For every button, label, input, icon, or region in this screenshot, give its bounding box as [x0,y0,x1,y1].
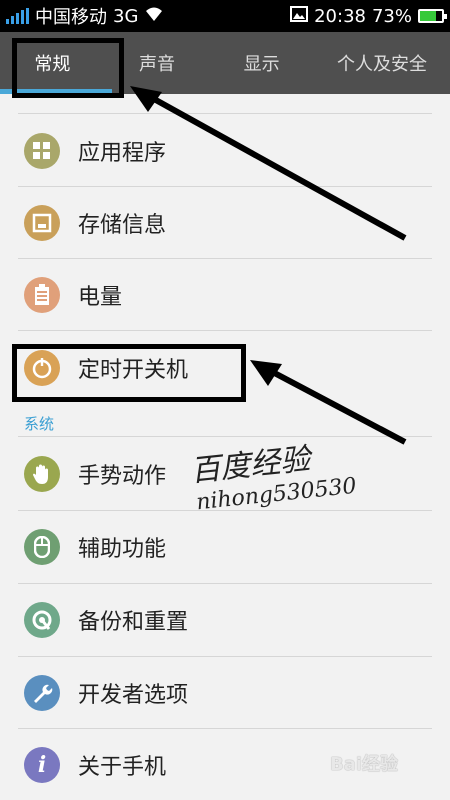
list-item-label: 手势动作 [78,464,167,489]
list-item-label: 应用程序 [78,141,167,166]
image-notification-icon [290,5,309,27]
list-item-storage[interactable]: 存储信息 [0,187,450,259]
list-item-label: 存储信息 [78,213,167,238]
battery-icon [24,277,60,313]
baidu-logo: Bai经验 [330,754,399,775]
backup-icon [24,602,60,638]
time-label: 20:38 [314,5,366,27]
storage-icon [24,205,60,241]
wifi-icon [144,6,164,27]
wrench-icon [24,675,60,711]
apps-grid-icon [24,133,60,169]
list-item-label: 电量 [78,285,123,310]
signal-icon [6,8,29,24]
list-item-label: 开发者选项 [78,683,189,708]
list-item-battery[interactable]: 电量 [0,259,450,331]
hand-icon [24,456,60,492]
tab-personal-security[interactable]: 个人及安全 [314,32,450,94]
battery-icon [418,9,447,23]
list-item-apps[interactable]: 应用程序 [0,115,450,187]
network-label: 3G [113,5,139,27]
tab-display[interactable]: 显示 [209,32,314,94]
info-icon: i [24,747,60,783]
mouse-icon [24,529,60,565]
annotation-box-general-tab [12,38,124,98]
annotation-box-timer-power [12,344,246,402]
list-item-label: 辅助功能 [78,537,167,562]
list-item-label: 关于手机 [78,755,167,780]
section-header-system: 系统 [24,415,55,433]
list-item-accessibility[interactable]: 辅助功能 [0,511,450,583]
divider [18,436,432,437]
list-item-label: 备份和重置 [78,610,189,635]
divider [18,113,432,114]
list-item-backup-reset[interactable]: 备份和重置 [0,584,450,656]
status-bar: 中国移动 3G 20:38 73% [0,0,450,32]
battery-percent: 73% [371,5,412,27]
list-item-developer-options[interactable]: 开发者选项 [0,657,450,729]
carrier-label: 中国移动 [35,7,107,28]
divider [18,330,432,331]
